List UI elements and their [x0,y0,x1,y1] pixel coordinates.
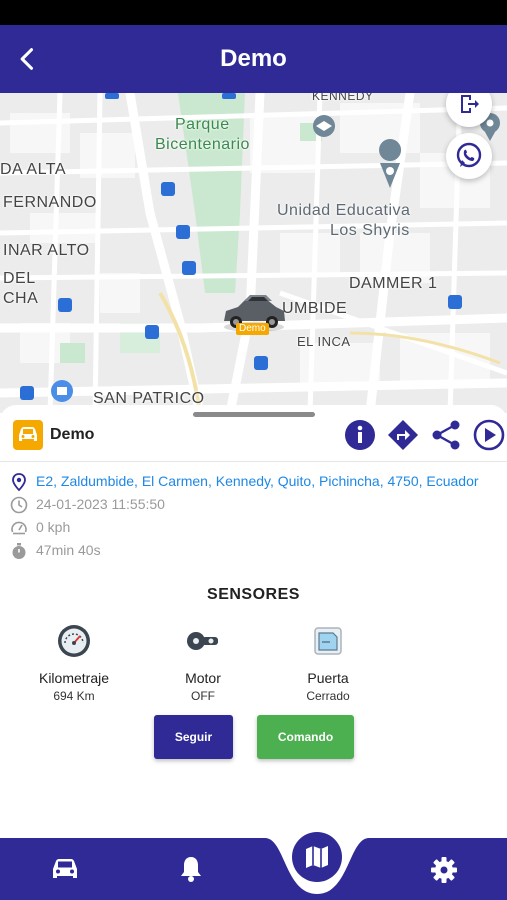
unit-info: E2, Zaldumbide, El Carmen, Kennedy, Quit… [10,473,490,560]
map-label: Los Shyris [330,222,410,239]
nav-notifications-icon[interactable] [179,855,203,883]
odometer-icon [58,625,90,657]
clock-icon [10,496,28,514]
location-pin-icon [12,473,26,491]
map-label: KENNEDY [312,93,374,103]
nav-map-button[interactable] [292,832,342,882]
info-icon[interactable] [344,419,376,451]
nav-vehicles-icon[interactable] [51,858,79,880]
duration-row: 47min 40s [10,542,490,560]
map-label: CHA [3,290,39,307]
sensor-name: Motor [185,670,221,686]
map-icon [306,846,328,868]
map-view[interactable]: KENNEDY Parque Bicentenario DA ALTA FERN… [0,93,507,413]
unit-actions [344,419,505,451]
unit-details-sheet: Demo E2, Zaldumbide, El Carmen, Kennedy,… [0,405,507,845]
play-icon[interactable] [473,419,505,451]
sensor-value: Cerrado [306,689,350,703]
sensor-kilometraje: Kilometraje 694 Km [14,623,134,704]
map-label: FERNANDO [3,194,97,211]
share-icon[interactable] [430,419,462,451]
divider [0,461,507,462]
speed-text: 0 kph [36,519,71,535]
map-label: Bicentenario [155,136,250,153]
page-title: Demo [220,45,287,72]
sensor-name: Kilometraje [38,670,110,686]
sensor-motor: Motor OFF [143,623,263,704]
map-label: INAR ALTO [3,242,90,259]
unit-badge [13,420,43,450]
duration-text: 47min 40s [36,542,101,558]
sensor-name: Puerta [307,670,349,686]
speedometer-icon [11,521,27,535]
address-link[interactable]: E2, Zaldumbide, El Carmen, Kennedy, Quit… [36,473,479,490]
unit-header: Demo [0,419,507,465]
follow-button[interactable]: Seguir [154,715,233,759]
engine-key-icon [187,632,218,650]
datetime-text: 24-01-2023 11:55:50 [36,496,165,512]
map-label: DAMMER 1 [349,275,438,292]
map-label: Parque [175,116,230,133]
sensor-value: 694 Km [53,689,95,703]
map-label: UMBIDE [282,300,348,317]
door-icon [314,627,342,655]
drag-handle[interactable] [193,412,315,417]
map-label: Unidad Educativa [277,202,411,219]
app-bar: Demo [0,25,507,93]
sensor-puerta: Puerta Cerrado [268,623,388,704]
command-button[interactable]: Comando [257,715,354,759]
map-label: DEL [3,270,36,287]
status-bar [0,0,507,25]
datetime-row: 24-01-2023 11:55:50 [10,496,490,514]
directions-icon[interactable] [387,419,419,451]
back-arrow-icon[interactable] [14,45,42,73]
map-label: DA ALTA [0,161,67,178]
map-label: EL INCA [297,334,351,349]
whatsapp-button[interactable] [446,133,492,179]
sensors-title: SENSORES [207,586,300,603]
stopwatch-icon [12,543,26,559]
whatsapp-icon [456,142,482,168]
sensor-value: OFF [191,689,215,703]
speed-row: 0 kph [10,519,490,537]
unit-name: Demo [50,426,95,443]
car-icon [19,427,37,441]
marker-label: Demo [236,323,269,335]
address-row: E2, Zaldumbide, El Carmen, Kennedy, Quit… [10,473,490,491]
nav-settings-icon[interactable] [430,856,458,884]
logout-icon [461,95,479,113]
